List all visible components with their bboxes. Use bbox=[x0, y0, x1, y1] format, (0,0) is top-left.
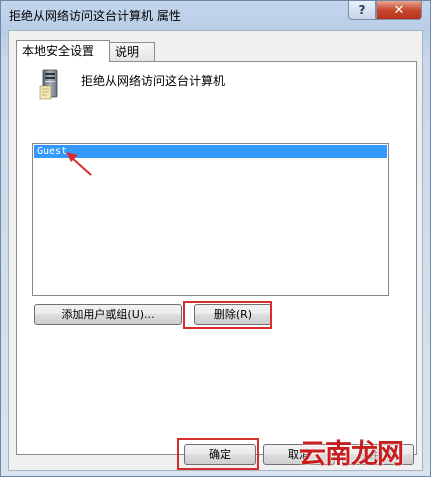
dialog-client-area: 本地安全设置 说明 拒绝从网络访问这台计算机 Guest 添加用户或组(U)..… bbox=[8, 30, 423, 471]
help-icon: ? bbox=[358, 3, 366, 17]
title-bar[interactable]: 拒绝从网络访问这台计算机 属性 ? ✕ bbox=[1, 1, 430, 29]
close-icon: ✕ bbox=[393, 2, 405, 18]
ok-button-highlight bbox=[177, 438, 259, 470]
help-button[interactable]: ? bbox=[348, 1, 376, 20]
server-computer-icon bbox=[39, 69, 58, 100]
close-button[interactable]: ✕ bbox=[376, 1, 422, 20]
tab-explain[interactable]: 说明 bbox=[109, 42, 155, 62]
tab-panel: 拒绝从网络访问这台计算机 Guest 添加用户或组(U)... 删除(R) bbox=[16, 61, 417, 455]
watermark-logo: 云南龙网 bbox=[299, 439, 404, 470]
annotation-arrow-icon bbox=[66, 152, 92, 176]
remove-button-highlight bbox=[183, 301, 272, 329]
policy-title: 拒绝从网络访问这台计算机 bbox=[81, 74, 226, 88]
properties-dialog: 拒绝从网络访问这台计算机 属性 ? ✕ 本地安全设置 说明 拒绝从网络访问这台计… bbox=[0, 0, 431, 477]
tab-local-security-setting[interactable]: 本地安全设置 bbox=[16, 40, 110, 62]
add-user-or-group-button[interactable]: 添加用户或组(U)... bbox=[34, 304, 182, 325]
window-title: 拒绝从网络访问这台计算机 属性 bbox=[9, 9, 181, 23]
